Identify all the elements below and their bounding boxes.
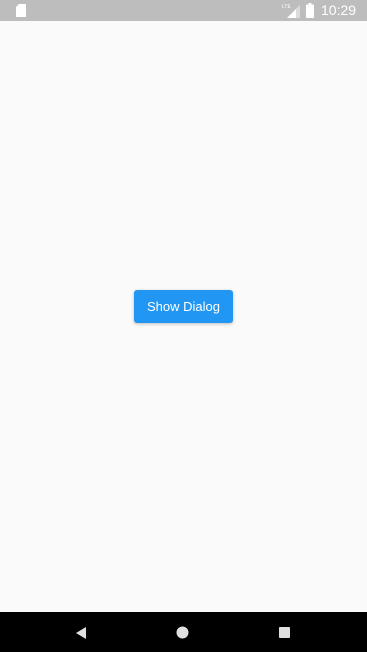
app-screen: LTE 10:29 Show Dialog: [0, 0, 367, 652]
lte-label: LTE: [282, 4, 291, 10]
main-content: Show Dialog: [0, 21, 367, 612]
status-time: 10:29: [321, 2, 357, 18]
battery-icon: [306, 3, 314, 18]
show-dialog-button[interactable]: Show Dialog: [134, 290, 233, 323]
status-bar: LTE 10:29: [0, 0, 367, 21]
lte-signal-icon: LTE: [282, 4, 300, 18]
sd-card-icon: [16, 4, 26, 17]
home-icon[interactable]: [176, 626, 189, 639]
navigation-bar: [0, 612, 367, 652]
recents-icon[interactable]: [279, 627, 290, 638]
back-icon[interactable]: [74, 626, 88, 640]
